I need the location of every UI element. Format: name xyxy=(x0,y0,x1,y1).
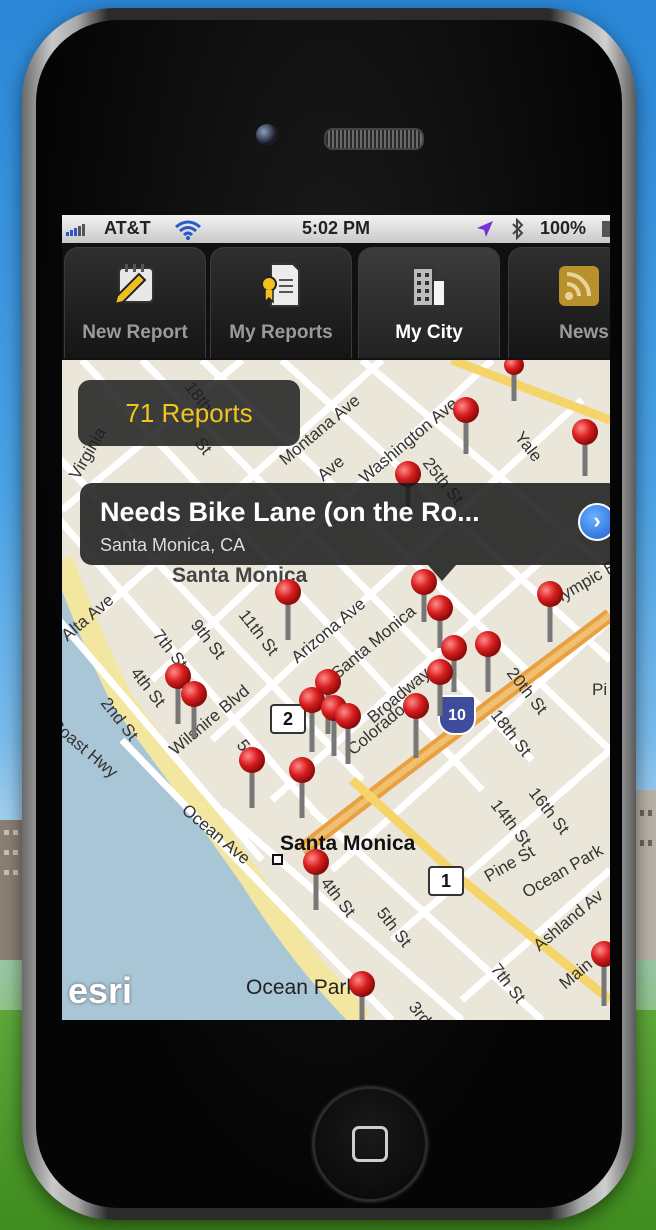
callout-subtitle: Santa Monica, CA xyxy=(100,535,246,555)
callout-title: Needs Bike Lane (on the Ro... xyxy=(100,497,480,527)
battery-icon xyxy=(602,221,610,237)
tab-my-city-label: My City xyxy=(395,322,463,343)
carrier-label: AT&T xyxy=(104,218,151,238)
map-pin-icon[interactable] xyxy=(299,687,325,752)
rss-icon xyxy=(559,266,599,306)
home-button[interactable] xyxy=(312,1086,428,1202)
map-pin-icon[interactable] xyxy=(289,757,315,818)
signal-bars-icon xyxy=(66,224,85,236)
map-pin-icon[interactable] xyxy=(591,941,610,1006)
map-pin-icon[interactable] xyxy=(453,397,479,454)
report-pins-layer xyxy=(165,360,610,1020)
report-callout[interactable]: Needs Bike Lane (on the Ro... Santa Moni… xyxy=(80,483,610,565)
clock-time: 5:02 PM xyxy=(302,218,371,238)
map-pin-icon[interactable] xyxy=(537,581,563,642)
building-icon xyxy=(412,267,446,307)
chevron-right-icon[interactable]: › xyxy=(578,503,610,541)
tab-news-label: News xyxy=(559,322,609,343)
pencil-note-icon xyxy=(113,264,154,306)
tab-bar: New Report My Reports My City News xyxy=(62,243,610,360)
tab-my-reports-label: My Reports xyxy=(229,322,333,343)
bluetooth-icon xyxy=(512,218,524,240)
map-pin-icon[interactable] xyxy=(504,360,524,401)
battery-percent: 100% xyxy=(540,218,587,238)
report-count-badge: 71 Reports xyxy=(78,380,300,446)
phone-screen: AT&T 5:02 PM 100% New Report My Reports … xyxy=(62,215,610,1020)
map-pin-icon[interactable] xyxy=(572,419,598,476)
tab-my-reports[interactable]: My Reports xyxy=(210,247,352,358)
tab-new-report-label: New Report xyxy=(82,322,188,343)
map-pin-icon[interactable] xyxy=(303,849,329,910)
location-arrow-icon xyxy=(477,221,493,237)
wifi-icon xyxy=(175,220,201,240)
tab-my-city[interactable]: My City xyxy=(358,247,500,358)
map-pin-icon[interactable] xyxy=(335,703,361,764)
city-map[interactable]: 18th St Virginia Montana Ave Ave Washing… xyxy=(62,360,610,1020)
map-pin-icon[interactable] xyxy=(239,747,265,808)
map-pin-icon[interactable] xyxy=(181,681,207,738)
earpiece-speaker xyxy=(324,128,424,150)
status-bar: AT&T 5:02 PM 100% xyxy=(62,215,610,243)
esri-watermark: esri xyxy=(68,970,133,1011)
front-camera xyxy=(256,124,278,146)
document-badge-icon xyxy=(261,263,300,307)
callout-pointer xyxy=(428,565,456,581)
map-pin-icon[interactable] xyxy=(403,693,429,758)
home-square-icon xyxy=(352,1126,388,1162)
map-pin-icon[interactable] xyxy=(349,971,375,1020)
map-pin-icon[interactable] xyxy=(275,579,301,640)
map-pin-icon[interactable] xyxy=(427,659,453,716)
tab-news[interactable]: News xyxy=(508,247,610,358)
tab-new-report[interactable]: New Report xyxy=(64,247,206,358)
report-count-label: 71 Reports xyxy=(125,398,253,428)
map-pin-icon[interactable] xyxy=(475,631,501,692)
